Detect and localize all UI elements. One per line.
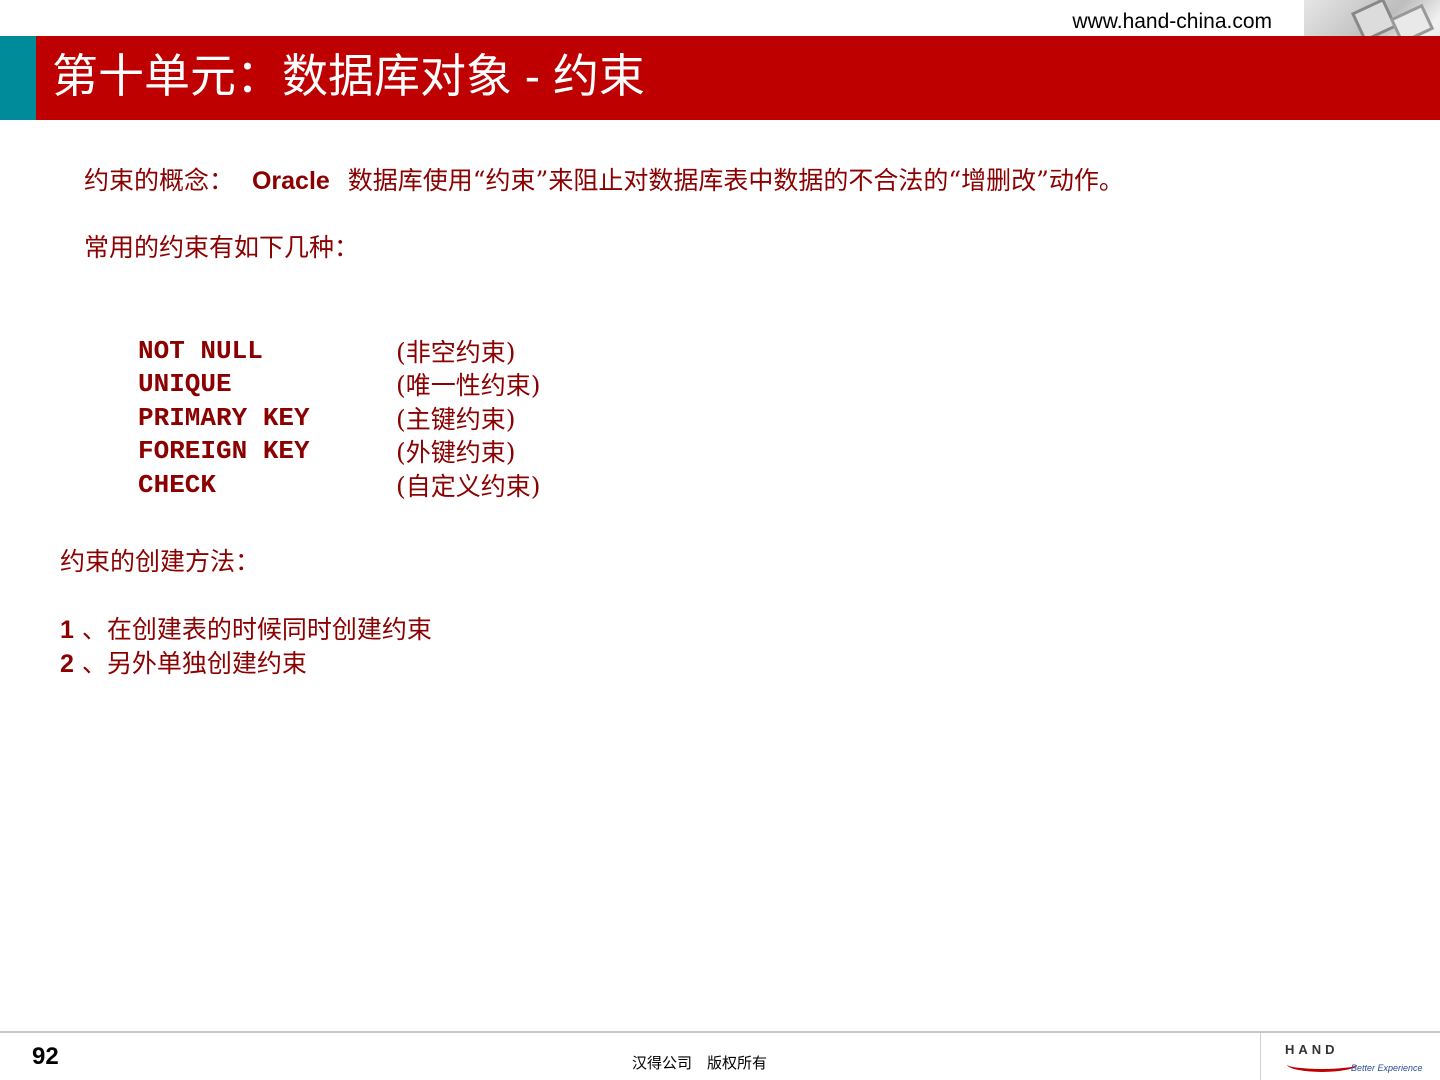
common-intro: 常用的约束有如下几种： — [84, 233, 360, 262]
constraint-desc: (自定义约束) — [396, 471, 541, 501]
constraint-code: CHECK — [138, 469, 217, 500]
method-text: 、另外单独创建约束 — [81, 649, 307, 678]
slide-title: 第十单元：数据库对象 - 约束 — [52, 50, 645, 102]
constraint-desc: (唯一性约束) — [396, 371, 541, 401]
concept-product: Oracle — [251, 167, 330, 195]
top-bar: www.hand-china.com — [0, 0, 1440, 36]
constraint-code: PRIMARY KEY — [138, 402, 310, 433]
method-text: 、在创建表的时候同时创建约束 — [81, 615, 432, 644]
logo-wordmark: HAND — [1285, 1042, 1339, 1057]
constraint-row: FOREIGN KEY (外键约束) — [138, 435, 541, 469]
creation-method: 1 、在创建表的时候同时创建约束 — [60, 614, 432, 646]
logo-tagline: Better Experience — [1351, 1063, 1423, 1073]
website-url[interactable]: www.hand-china.com — [1072, 10, 1272, 34]
creation-method: 2 、另外单独创建约束 — [60, 648, 307, 680]
company-logo: HAND Better Experience — [1260, 1033, 1440, 1080]
concept-text: 数据库使用“约束”来阻止对数据库表中数据的不合法的“增删改”动作。 — [347, 166, 1124, 195]
constraint-desc: (外键约束) — [396, 438, 516, 468]
constraint-list: NOT NULL (非空约束) UNIQUE (唯一性约束) PRIMARY K… — [138, 334, 541, 502]
constraint-code: FOREIGN KEY — [138, 436, 310, 467]
constraint-row: CHECK (自定义约束) — [138, 468, 541, 502]
concept-paragraph: 约束的概念： Oracle 数据库使用“约束”来阻止对数据库表中数据的不合法的“… — [84, 165, 1124, 197]
title-bar: 第十单元：数据库对象 - 约束 — [0, 36, 1440, 120]
constraint-row: UNIQUE (唯一性约束) — [138, 368, 541, 402]
logo-swoosh-icon — [1287, 1057, 1357, 1072]
concept-label: 约束的概念： — [84, 166, 235, 195]
title-accent — [0, 36, 36, 120]
method-number: 1 — [60, 616, 74, 644]
method-number: 2 — [60, 650, 74, 678]
creation-heading: 约束的创建方法： — [60, 547, 261, 576]
constraint-row: NOT NULL (非空约束) — [138, 334, 541, 368]
constraint-desc: (主键约束) — [396, 404, 516, 434]
page-number: 92 — [32, 1043, 59, 1070]
footer-divider — [0, 1031, 1440, 1033]
constraint-desc: (非空约束) — [396, 337, 516, 367]
constraint-code: NOT NULL — [138, 335, 263, 366]
constraint-row: PRIMARY KEY (主键约束) — [138, 401, 541, 435]
constraint-code: UNIQUE — [138, 369, 232, 400]
copyright-text: 汉得公司 版权所有 — [632, 1054, 768, 1072]
